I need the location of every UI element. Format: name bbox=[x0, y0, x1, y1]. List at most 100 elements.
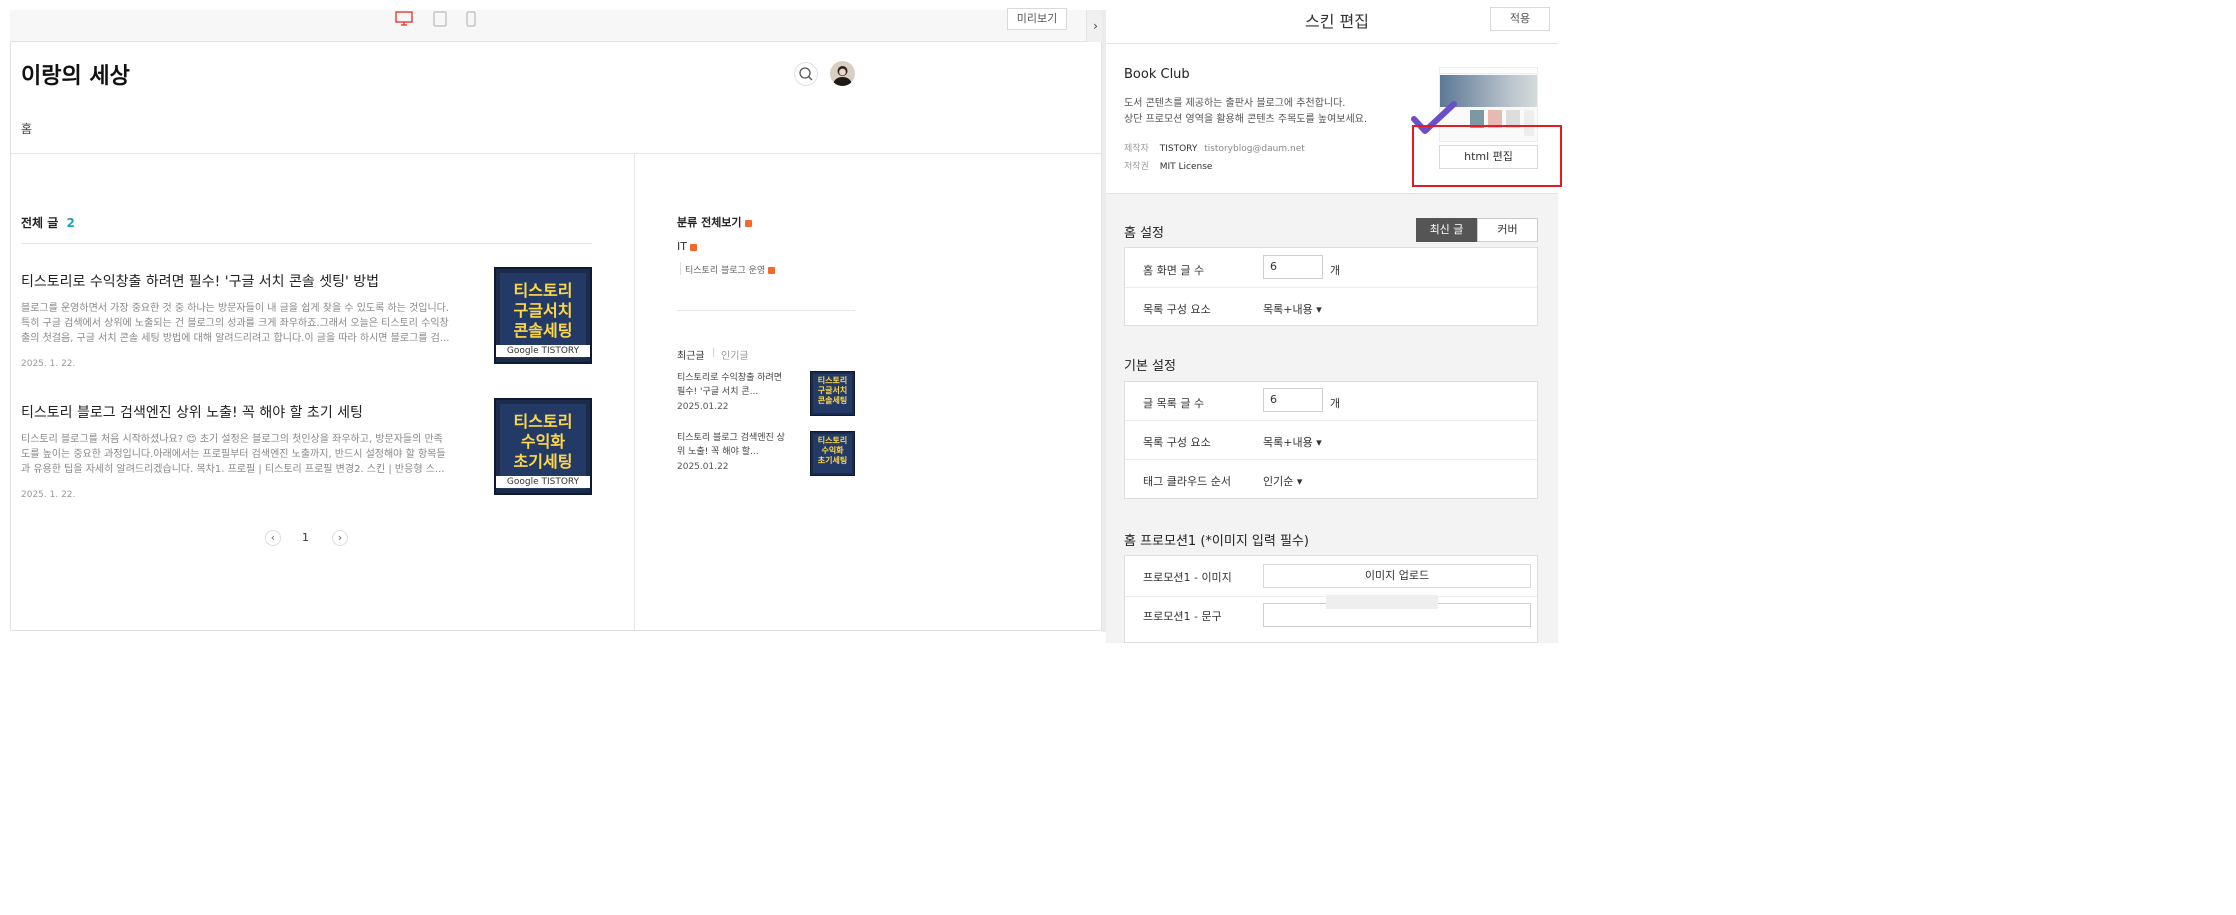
post-thumbnail[interactable]: 티스토리 구글서치 콘솔세팅 Google TISTORY bbox=[494, 267, 592, 364]
header-divider bbox=[11, 153, 1101, 154]
blog-title[interactable]: 이랑의 세상 bbox=[21, 58, 130, 90]
list-element-select[interactable]: 목록+내용 ▾ bbox=[1263, 434, 1322, 450]
maker-label: 제작자 bbox=[1124, 144, 1149, 154]
skin-name: Book Club bbox=[1124, 67, 1190, 82]
pagination-next-button[interactable]: › bbox=[332, 530, 348, 546]
thumb-brand: Google TISTORY bbox=[496, 345, 590, 357]
search-icon[interactable] bbox=[794, 62, 818, 86]
skin-description: 도서 콘텐츠를 제공하는 출판사 블로그에 추천합니다. 상단 프로모션 영역을… bbox=[1124, 96, 1367, 128]
row-divider bbox=[1125, 459, 1537, 460]
license-label: 저작권 bbox=[1124, 162, 1149, 172]
new-badge-icon bbox=[689, 243, 697, 251]
tab-popular[interactable]: 인기글 bbox=[721, 347, 749, 362]
recent-post-thumbnail[interactable]: 티스토리 구글서치 콘솔세팅 bbox=[810, 371, 855, 416]
tab-separator: | bbox=[712, 347, 716, 358]
posts-divider bbox=[21, 243, 592, 244]
recent-post-item[interactable]: 티스토리로 수익창출 하려면 필수! '구글 서치 콘... 2025.01.2… bbox=[677, 371, 802, 412]
category-sub-link[interactable]: 티스토리 블로그 운영 bbox=[685, 263, 776, 276]
recent-post-thumbnail[interactable]: 티스토리 수익화 초기세팅 bbox=[810, 431, 855, 476]
category-it-link[interactable]: IT bbox=[677, 240, 697, 253]
mobile-icon[interactable] bbox=[466, 11, 476, 31]
skin-maker-row: 제작자 TISTORY tistoryblog@daum.net bbox=[1124, 141, 1305, 154]
skin-description-line: 도서 콘텐츠를 제공하는 출판사 블로그에 추천합니다. bbox=[1124, 98, 1346, 109]
thumb-line: 초기세팅 bbox=[513, 452, 573, 471]
post-excerpt-line: 티스토리 블로그를 처음 시작하셨나요? 😊 초기 설정은 블로그의 첫인상을 … bbox=[21, 434, 443, 445]
list-post-count-unit: 개 bbox=[1330, 397, 1341, 410]
list-item[interactable]: 티스토리 블로그 검색엔진 상위 노출! 꼭 해야 할 초기 세팅 티스토리 블… bbox=[21, 402, 481, 500]
toggle-cover[interactable]: 커버 bbox=[1477, 218, 1538, 242]
tablet-icon[interactable] bbox=[433, 11, 447, 31]
thumb-line: 초기세팅 bbox=[817, 456, 848, 465]
tag-cloud-order-label: 태그 클라우드 순서 bbox=[1143, 475, 1231, 488]
promo1-text-label: 프로모션1 - 문구 bbox=[1143, 610, 1222, 623]
tree-line bbox=[680, 262, 681, 275]
home-settings-title: 홈 설정 bbox=[1124, 226, 1165, 241]
category-all-link[interactable]: 분류 전체보기 bbox=[677, 214, 752, 230]
post-date: 2025. 1. 22. bbox=[21, 359, 76, 369]
maker-value: TISTORY bbox=[1159, 144, 1198, 154]
post-title[interactable]: 티스토리로 수익창출 하려면 필수! '구글 서치 콘솔 셋팅' 방법 bbox=[21, 271, 481, 291]
home-post-count-label: 홈 화면 글 수 bbox=[1143, 264, 1205, 277]
row-divider bbox=[1125, 420, 1537, 421]
row-divider bbox=[1125, 287, 1537, 288]
thumb-brand: Google TISTORY bbox=[496, 476, 590, 488]
tag-cloud-order-select[interactable]: 인기순 ▾ bbox=[1263, 473, 1302, 489]
recent-post-title-line: 필수! '구글 서치 콘... bbox=[677, 387, 759, 397]
home-list-element-select[interactable]: 목록+내용 ▾ bbox=[1263, 301, 1322, 317]
recent-post-date: 2025.01.22 bbox=[677, 462, 729, 472]
new-badge-icon bbox=[744, 219, 752, 227]
new-badge-icon bbox=[768, 267, 776, 274]
all-posts-heading: 전체 글 2 bbox=[21, 214, 75, 231]
nav-home-link[interactable]: 홈 bbox=[21, 120, 32, 137]
skin-license-row: 저작권 MIT License bbox=[1124, 159, 1212, 172]
desktop-icon[interactable] bbox=[395, 11, 413, 30]
category-it-label: IT bbox=[677, 240, 687, 253]
home-list-element-label: 목록 구성 요소 bbox=[1143, 303, 1211, 316]
post-date: 2025. 1. 22. bbox=[21, 490, 76, 500]
post-thumbnail[interactable]: 티스토리 수익화 초기세팅 Google TISTORY bbox=[494, 398, 592, 495]
thumb-line: 콘솔세팅 bbox=[513, 321, 573, 340]
category-all-label: 분류 전체보기 bbox=[677, 216, 742, 229]
post-title[interactable]: 티스토리 블로그 검색엔진 상위 노출! 꼭 해야 할 초기 세팅 bbox=[21, 402, 481, 422]
post-excerpt-line: 특히 구글 검색에서 상위에 노출되는 건 블로그의 성과를 크게 좌우하죠.그… bbox=[21, 318, 449, 329]
list-post-count-input[interactable]: 6 bbox=[1263, 388, 1323, 412]
recent-post-title-line: 티스토리 블로그 검색엔진 상 bbox=[677, 433, 785, 443]
post-excerpt-line: 출의 첫걸음, 구글 서치 콘솔 세팅 방법에 대해 알려드리려고 합니다.이 … bbox=[21, 333, 450, 344]
recent-post-title-line: 위 노출! 꼭 해야 할... bbox=[677, 447, 759, 457]
tab-recent[interactable]: 최근글 bbox=[677, 347, 705, 362]
license-value: MIT License bbox=[1159, 162, 1213, 172]
maker-email: tistoryblog@daum.net bbox=[1204, 144, 1305, 154]
panel-title: 스킨 편집 bbox=[1305, 12, 1369, 31]
toggle-latest-posts[interactable]: 최신 글 bbox=[1416, 218, 1477, 242]
avatar[interactable] bbox=[830, 61, 855, 86]
recent-post-item[interactable]: 티스토리 블로그 검색엔진 상 위 노출! 꼭 해야 할... 2025.01.… bbox=[677, 431, 802, 472]
sidebar-divider bbox=[677, 310, 855, 311]
skin-description-line: 상단 프로모션 영역을 활용해 콘텐츠 주목도를 높여보세요. bbox=[1124, 114, 1368, 125]
image-upload-button[interactable]: 이미지 업로드 bbox=[1263, 564, 1531, 588]
apply-button[interactable]: 적용 bbox=[1490, 7, 1550, 31]
thumb-line: 콘솔세팅 bbox=[817, 396, 848, 405]
pagination-current-page[interactable]: 1 bbox=[302, 531, 309, 544]
category-sub-label: 티스토리 블로그 운영 bbox=[685, 266, 766, 276]
home-post-count-unit: 개 bbox=[1330, 264, 1341, 277]
post-excerpt-line: 도를 높이는 중요한 과정입니다.아래에서는 프로필부터 검색엔진 노출까지, … bbox=[21, 449, 446, 460]
list-element-label: 목록 구성 요소 bbox=[1143, 436, 1211, 449]
html-edit-button[interactable]: html 편집 bbox=[1439, 145, 1538, 169]
recent-post-title-line: 티스토리로 수익창출 하려면 bbox=[677, 373, 783, 383]
all-posts-label: 전체 글 bbox=[21, 216, 59, 230]
recent-post-date: 2025.01.22 bbox=[677, 402, 729, 412]
promo1-image-label: 프로모션1 - 이미지 bbox=[1143, 571, 1232, 584]
basic-settings-title: 기본 설정 bbox=[1124, 359, 1176, 374]
promo1-title: 홈 프로모션1 (*이미지 입력 필수) bbox=[1124, 534, 1309, 549]
all-posts-count: 2 bbox=[66, 216, 75, 230]
content-sidebar-divider bbox=[634, 154, 635, 630]
preview-button[interactable]: 미리보기 bbox=[1007, 8, 1067, 30]
upload-tooltip-ghost bbox=[1326, 595, 1438, 609]
preview-toolbar bbox=[10, 10, 1102, 42]
list-item[interactable]: 티스토리로 수익창출 하려면 필수! '구글 서치 콘솔 셋팅' 방법 블로그를… bbox=[21, 271, 481, 369]
home-post-count-input[interactable]: 6 bbox=[1263, 255, 1323, 279]
post-excerpt-line: 과 유용한 팁을 자세히 알려드리겠습니다. 목차1. 프로필 | 티스토리 프… bbox=[21, 464, 445, 475]
post-excerpt-line: 블로그를 운영하면서 가장 중요한 것 중 하나는 방문자들이 내 글을 쉽게 … bbox=[21, 303, 450, 314]
list-post-count-label: 글 목록 글 수 bbox=[1143, 397, 1205, 410]
pagination-prev-button[interactable]: ‹ bbox=[265, 530, 281, 546]
